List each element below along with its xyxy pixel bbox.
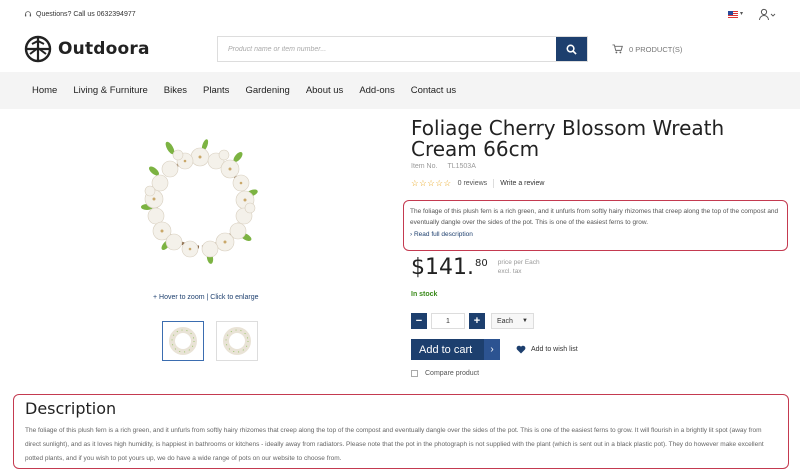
thumbnail-1[interactable] — [162, 321, 204, 361]
decrease-quantity-button[interactable]: − — [411, 313, 427, 329]
compare-product[interactable]: Compare product — [411, 370, 479, 377]
wishlist-label: Add to wish list — [531, 346, 578, 353]
search-icon — [566, 44, 577, 55]
nav-item-home[interactable]: Home — [32, 85, 57, 96]
increase-quantity-button[interactable]: + — [469, 313, 485, 329]
price-block: $141. 80 price per Each excl. tax — [411, 256, 540, 280]
add-to-wishlist-button[interactable]: Add to wish list — [516, 345, 578, 354]
price-unit-info: price per Each excl. tax — [498, 258, 540, 276]
write-review-link[interactable]: Write a review — [500, 180, 544, 187]
description-text: The foliage of this plush fern is a rich… — [25, 427, 764, 462]
site-logo[interactable]: Outdoora — [24, 35, 150, 63]
divider — [493, 179, 495, 188]
nav-item-bikes[interactable]: Bikes — [164, 85, 187, 96]
product-main-image[interactable] — [135, 123, 265, 278]
item-number-value: TL1503A — [447, 163, 476, 170]
compare-label: Compare product — [425, 370, 480, 377]
thumbnail-wreath-image — [169, 327, 197, 355]
price-cents: 80 — [474, 258, 488, 269]
heart-icon — [516, 345, 526, 354]
tax-note: excl. tax — [497, 268, 522, 275]
thumbnail-2[interactable] — [216, 321, 258, 361]
add-to-cart-button[interactable]: Add to cart › — [411, 339, 500, 360]
questions-contact[interactable]: Questions? Call us 0632394977 — [24, 10, 136, 18]
product-gallery: + Hover to zoom | Click to enlarge — [0, 109, 400, 399]
description-heading: Description — [25, 399, 117, 418]
chevron-right-icon: › — [484, 339, 500, 360]
header: Outdoora 0 PRODUCT(S) — [0, 30, 800, 72]
review-count[interactable]: 0 reviews — [458, 180, 488, 187]
chevron-down-icon: ▼ — [522, 318, 528, 324]
cart-count-label: 0 PRODUCT(S) — [629, 44, 683, 54]
cart-icon — [612, 44, 623, 54]
chevron-down-icon[interactable]: ▾ — [740, 10, 743, 17]
unit-select[interactable]: Each ▼ — [491, 313, 534, 329]
short-description: The foliage of this plush fern is a rich… — [403, 200, 788, 251]
price-per-label: price per Each — [497, 259, 540, 266]
cart-actions: Add to cart › Add to wish list — [411, 339, 578, 360]
headset-icon — [24, 11, 32, 17]
nav-item-living-furniture[interactable]: Living & Furniture — [73, 85, 147, 96]
us-flag-icon[interactable] — [728, 11, 738, 18]
user-account-icon[interactable] — [758, 8, 776, 22]
unit-select-value: Each — [497, 317, 513, 325]
search-bar — [217, 36, 588, 62]
zoom-hint[interactable]: + Hover to zoom | Click to enlarge — [153, 294, 259, 301]
nav-item-about-us[interactable]: About us — [306, 85, 344, 96]
item-number-label: Item No. — [411, 163, 438, 170]
cart-summary[interactable]: 0 PRODUCT(S) — [612, 44, 682, 54]
rating-row: ☆☆☆☆☆ 0 reviews Write a review — [411, 178, 781, 189]
short-description-text: The foliage of this plush fern is a rich… — [410, 208, 779, 226]
search-button[interactable] — [556, 37, 587, 61]
item-number: Item No. TL1503A — [411, 163, 781, 170]
product-title: Foliage Cherry Blossom Wreath Cream 66cm — [411, 116, 725, 161]
search-input[interactable] — [218, 37, 556, 61]
product-info: Foliage Cherry Blossom Wreath Cream 66cm… — [411, 118, 781, 189]
quantity-input[interactable]: 1 — [431, 313, 465, 329]
top-bar: Questions? Call us 0632394977 ▾ — [0, 0, 800, 30]
star-rating-icon: ☆☆☆☆☆ — [411, 178, 452, 188]
brand-name: Outdoora — [58, 39, 150, 59]
questions-text: Questions? Call us 0632394977 — [36, 10, 136, 18]
description-section: Description The foliage of this plush fe… — [13, 394, 789, 469]
read-full-description-link[interactable]: › Read full description — [410, 231, 781, 238]
nav-item-gardening[interactable]: Gardening — [245, 85, 289, 96]
nav-item-contact-us[interactable]: Contact us — [411, 85, 456, 96]
stock-status: In stock — [411, 291, 438, 298]
nav-item-add-ons[interactable]: Add-ons — [359, 85, 394, 96]
compare-checkbox[interactable] — [411, 370, 418, 377]
main-nav: Home Living & Furniture Bikes Plants Gar… — [0, 72, 800, 109]
nav-item-plants[interactable]: Plants — [203, 85, 229, 96]
thumbnail-wreath-image — [223, 327, 251, 355]
logo-tree-icon — [24, 35, 52, 63]
price-amount: $141. — [411, 255, 474, 280]
quantity-stepper: − 1 + Each ▼ — [411, 313, 534, 329]
add-to-cart-label: Add to cart — [419, 343, 473, 356]
